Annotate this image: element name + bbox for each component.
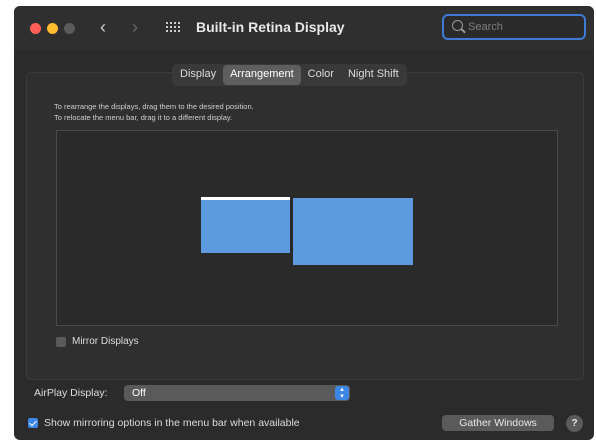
- mirror-displays-checkbox[interactable]: [56, 336, 66, 347]
- display-arrangement-area: [56, 130, 558, 326]
- menu-bar-mirroring-option[interactable]: Show mirroring options in the menu bar w…: [28, 417, 300, 429]
- instruction-menu-bar: To relocate the menu bar, drag it to a d…: [54, 113, 233, 122]
- tab-night-shift[interactable]: Night Shift: [341, 65, 406, 85]
- display-external[interactable]: [293, 198, 413, 265]
- window-title: Built-in Retina Display: [196, 19, 345, 35]
- minimize-icon[interactable]: [47, 23, 58, 34]
- forward-button[interactable]: ›: [132, 16, 138, 38]
- search-icon: [452, 20, 463, 31]
- zoom-icon[interactable]: [64, 23, 75, 34]
- display-built-in[interactable]: [201, 197, 290, 253]
- airplay-select[interactable]: Off ▴ ▾: [124, 385, 350, 401]
- help-button[interactable]: ?: [566, 415, 583, 432]
- grid-icon[interactable]: [166, 22, 180, 34]
- search-field[interactable]: [442, 14, 586, 40]
- stepper-icon: ▴ ▾: [335, 386, 349, 400]
- arrangement-instructions: To rearrange the displays, drag them to …: [54, 101, 254, 123]
- tab-bar: Display Arrangement Color Night Shift: [172, 64, 407, 86]
- mirror-displays-label: Mirror Displays: [72, 336, 139, 347]
- instruction-rearrange: To rearrange the displays, drag them to …: [54, 102, 254, 111]
- preferences-window: ‹ › Built-in Retina Display Display Arra…: [14, 6, 594, 440]
- back-button[interactable]: ‹: [100, 16, 106, 38]
- tab-display[interactable]: Display: [173, 65, 223, 85]
- search-input[interactable]: [468, 18, 578, 36]
- menu-bar-mirroring-label: Show mirroring options in the menu bar w…: [44, 417, 300, 429]
- airplay-selected-value: Off: [132, 387, 146, 399]
- tab-arrangement[interactable]: Arrangement: [223, 65, 301, 85]
- menu-bar-mirroring-checkbox[interactable]: [28, 418, 38, 428]
- tab-color[interactable]: Color: [301, 65, 341, 85]
- airplay-label: AirPlay Display:: [34, 387, 108, 399]
- mirror-displays-option[interactable]: Mirror Displays: [56, 336, 139, 347]
- title-bar: ‹ › Built-in Retina Display: [14, 6, 594, 50]
- close-icon[interactable]: [30, 23, 41, 34]
- gather-windows-button[interactable]: Gather Windows: [442, 415, 554, 431]
